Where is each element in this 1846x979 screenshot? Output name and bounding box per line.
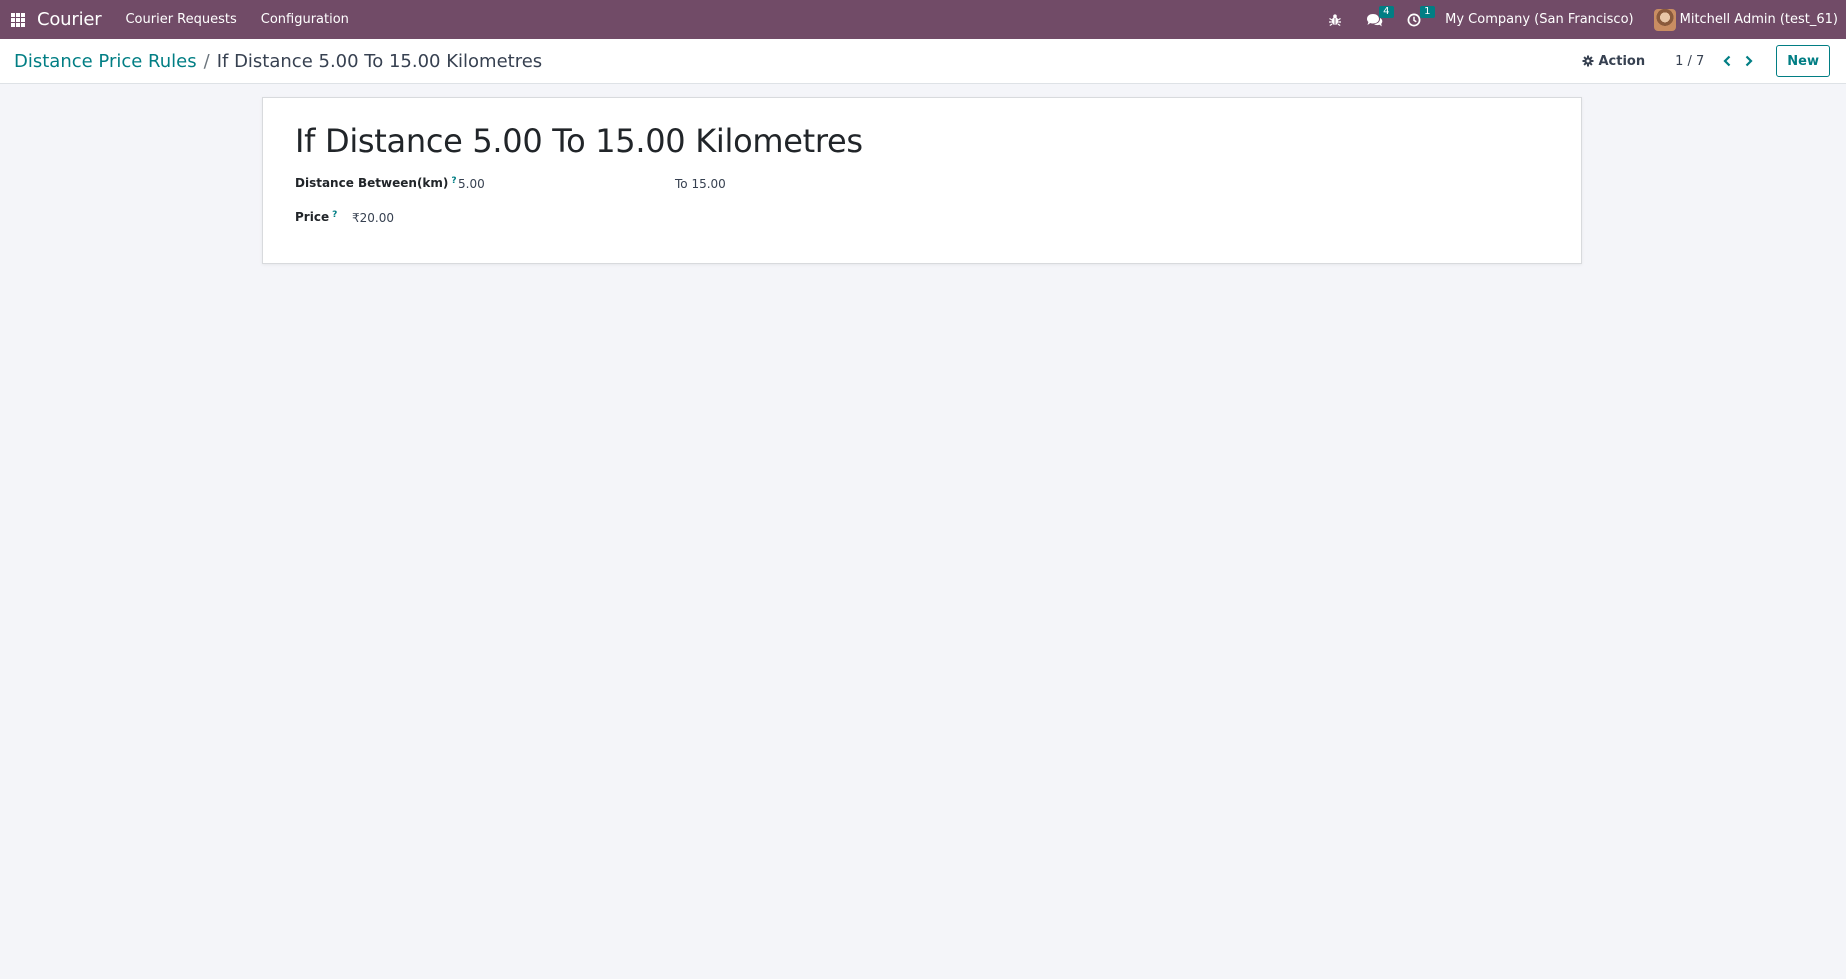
top-navbar: Courier Courier Requests Configuration 4 [0,0,1846,39]
pager-previous-button[interactable] [1716,50,1738,72]
chevron-right-icon [1746,55,1753,67]
gear-icon [1582,55,1594,67]
activities-clock-icon[interactable]: 1 [1407,5,1435,27]
action-menu-button[interactable]: Action [1582,54,1645,69]
menu-courier-requests[interactable]: Courier Requests [125,12,236,27]
debug-bug-icon[interactable] [1328,13,1342,27]
avatar [1653,8,1676,31]
new-record-button[interactable]: New [1776,45,1830,77]
price-field[interactable]: ₹20.00 [352,211,394,225]
company-switcher[interactable]: My Company (San Francisco) [1445,12,1633,27]
pager-value[interactable]: 1 / 7 [1675,54,1704,69]
distance-from-field[interactable]: 5.00 [458,177,485,191]
messages-count-badge: 4 [1379,5,1394,18]
chevron-left-icon [1723,55,1731,67]
form-sheet: If Distance 5.00 To 15.00 Kilometres Dis… [262,97,1582,264]
distance-help-icon[interactable]: ? [451,176,456,186]
breadcrumb-current-record: If Distance 5.00 To 15.00 Kilometres [216,50,543,72]
apps-grid-icon[interactable] [11,12,25,27]
distance-to-field[interactable]: To 15.00 [675,177,726,191]
record-title[interactable]: If Distance 5.00 To 15.00 Kilometres [295,122,863,160]
price-help-icon[interactable]: ? [332,210,337,220]
price-label: Price? [295,210,337,224]
price-label-text: Price [295,210,330,224]
action-label: Action [1598,53,1646,69]
distance-between-label: Distance Between(km)? [295,176,457,190]
user-name: Mitchell Admin (test_61) [1679,12,1838,27]
user-menu[interactable]: Mitchell Admin (test_61) [1653,8,1838,31]
messages-chat-icon[interactable]: 4 [1366,5,1394,27]
app-brand[interactable]: Courier [37,9,102,30]
breadcrumb-separator: / [203,50,210,72]
control-panel: Distance Price Rules / If Distance 5.00 … [0,39,1846,84]
pager-next-button[interactable] [1738,50,1760,72]
activities-count-badge: 1 [1420,5,1435,18]
breadcrumb-distance-price-rules[interactable]: Distance Price Rules [14,51,197,72]
distance-between-label-text: Distance Between(km) [295,176,449,190]
menu-configuration[interactable]: Configuration [261,12,349,27]
breadcrumb: Distance Price Rules / If Distance 5.00 … [14,51,542,72]
